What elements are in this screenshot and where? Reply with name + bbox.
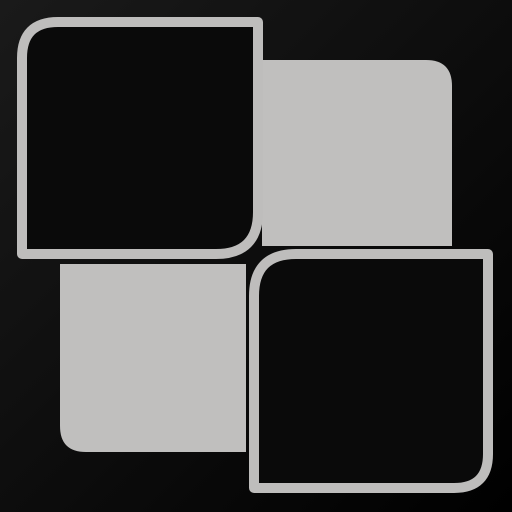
overlapping-squares-logo-icon (0, 0, 512, 512)
tile-top-right (262, 60, 452, 246)
outline-square-top-left (17, 17, 263, 259)
tile-bottom-left (60, 264, 246, 452)
app-icon (0, 0, 512, 512)
outline-square-bottom-right (249, 249, 493, 493)
